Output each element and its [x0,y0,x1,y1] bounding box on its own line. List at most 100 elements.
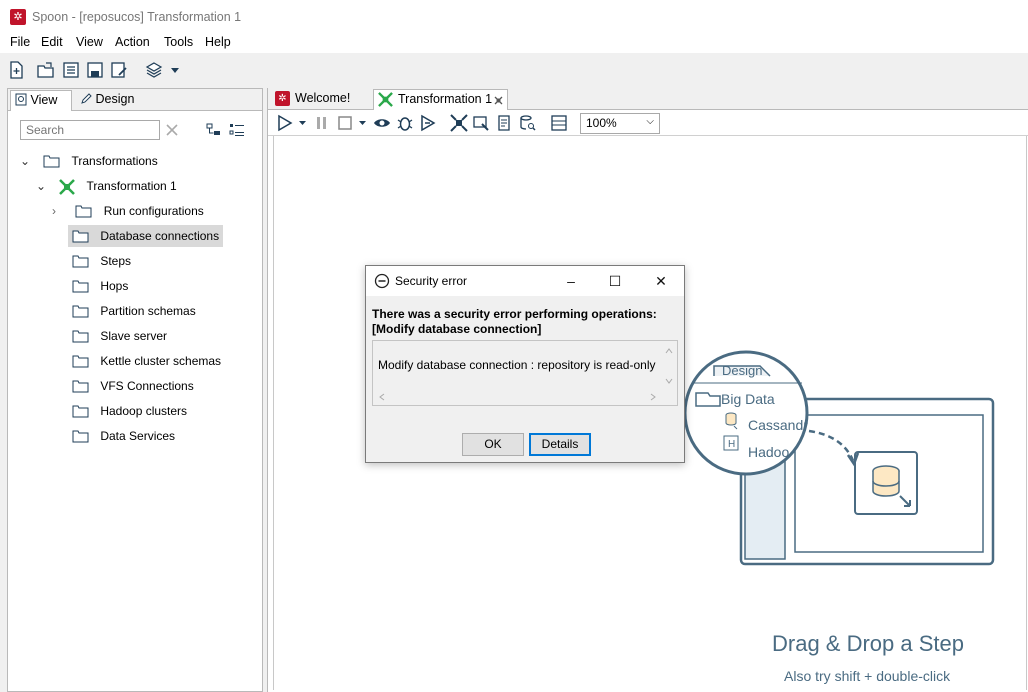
big-data-folder-label: Big Data [721,391,775,407]
tree-item-slave-server[interactable]: Slave server [72,325,167,347]
dialog-message: There was a security error performing op… [372,307,672,337]
chevron-down-icon[interactable] [298,115,307,131]
pause-icon[interactable] [313,114,331,132]
tab-welcome[interactable]: ✲ Welcome! [271,89,371,110]
run-icon[interactable] [276,114,294,132]
error-detail-box[interactable]: Modify database connection : repository … [372,340,678,406]
tab-design[interactable]: Design [76,90,148,111]
chevron-down-icon[interactable] [170,61,180,79]
tree-transformations[interactable]: ⌄ Transformations [20,150,158,172]
results-pane-icon[interactable] [550,114,568,132]
tree-item-run-configurations[interactable]: › Run configurations [52,200,204,222]
new-file-icon[interactable] [7,61,25,79]
chevron-down-icon[interactable]: ⌄ [36,175,50,197]
menu-edit[interactable]: Edit [41,35,63,49]
tree-item-label: Data Services [100,429,176,443]
scroll-down-icon[interactable] [665,377,673,385]
dialog-titlebar: Security error – ☐ ✕ [366,266,684,296]
tree-item-label: Partition schemas [100,304,196,318]
menu-tools[interactable]: Tools [164,35,193,49]
debug-icon[interactable] [396,114,414,132]
impact-icon[interactable] [472,114,490,132]
hadoop-step-label: Hadoo [748,444,790,460]
minimize-icon[interactable]: – [561,271,581,291]
folder-icon [72,230,89,243]
tab-transformation-1-label: Transformation 1 [398,92,493,106]
sql-icon[interactable] [495,114,513,132]
tree-transformation-1[interactable]: ⌄ Transformation 1 [36,175,177,197]
tree-item-label: Hadoop clusters [100,404,188,418]
folder-icon [72,330,89,343]
menu-help[interactable]: Help [205,35,231,49]
replay-icon[interactable] [419,114,437,132]
tab-transformation-1[interactable]: Transformation 1 [373,89,508,110]
tab-welcome-label: Welcome! [295,91,351,105]
transformation-icon [59,178,76,195]
tab-view-label: View [30,93,58,107]
window-title: Spoon - [reposucos] Transformation 1 [32,10,242,24]
cassandra-step-label: Cassandr [748,417,808,433]
transformation-icon [378,92,393,107]
tree-item-steps[interactable]: Steps [72,250,131,272]
editor-tabs: ✲ Welcome! Transformation 1 [268,88,1028,110]
tree-item-partition-schemas[interactable]: Partition schemas [72,300,196,322]
tree-item-label: VFS Connections [100,379,194,393]
tree-item-data-services[interactable]: Data Services [72,425,175,447]
chevron-down-icon[interactable] [358,115,367,131]
menu-action[interactable]: Action [115,35,150,49]
tree-item-database-connections[interactable]: Database connections [68,225,224,247]
folder-icon [72,380,89,393]
tree-item-label: Kettle cluster schemas [100,354,222,368]
dialog-title: Security error [395,274,468,288]
scroll-up-icon[interactable] [665,347,673,355]
tree-item-vfs-connections[interactable]: VFS Connections [72,375,194,397]
preview-icon[interactable] [373,114,391,132]
chevron-right-icon[interactable]: › [52,200,66,222]
search-input[interactable] [20,120,160,140]
tree-item-kettle-cluster-schemas[interactable]: Kettle cluster schemas [72,350,221,372]
close-icon[interactable]: ✕ [651,271,671,291]
tree-item-label: Database connections [100,229,220,243]
explore-repository-icon[interactable] [62,61,80,79]
explore-db-icon[interactable] [518,114,536,132]
folder-icon [75,205,92,218]
stop-icon[interactable] [336,114,354,132]
error-detail-text: Modify database connection : repository … [378,358,656,372]
open-folder-icon[interactable] [37,61,55,79]
window-titlebar: ✲ Spoon - [reposucos] Transformation 1 [0,0,1028,33]
maximize-icon[interactable]: ☐ [605,271,625,291]
ok-button[interactable]: OK [462,433,524,456]
menu-view[interactable]: View [76,35,103,49]
drag-drop-title: Drag & Drop a Step [772,631,964,656]
folder-icon [43,155,60,168]
folder-icon [72,305,89,318]
explorer-tabs: View Design [8,89,262,111]
close-tab-icon[interactable] [493,95,504,106]
tab-design-label: Design [95,92,135,106]
menu-bar: File Edit View Action Tools Help [0,33,1028,53]
svg-text:H: H [728,439,735,450]
verify-icon[interactable] [450,114,468,132]
collapse-all-icon[interactable] [206,122,222,138]
expand-all-icon[interactable] [229,122,245,138]
chevron-down-icon[interactable]: ⌄ [20,150,34,172]
tree-item-hadoop-clusters[interactable]: Hadoop clusters [72,400,187,422]
spoon-app-icon: ✲ [10,9,26,25]
tree-item-label: Run configurations [103,204,204,218]
save-as-icon[interactable] [110,61,128,79]
tab-view[interactable]: View [10,90,72,111]
tree-item-label: Slave server [100,329,168,343]
save-icon[interactable] [86,61,104,79]
menu-file[interactable]: File [10,35,30,49]
zoom-select[interactable]: 100% ⌵ [580,113,660,134]
error-icon [374,273,390,289]
folder-icon [72,430,89,443]
scroll-right-icon[interactable] [649,393,657,401]
clear-search-icon[interactable] [165,123,179,137]
details-button[interactable]: Details [529,433,591,456]
scroll-left-icon[interactable] [378,393,386,401]
layers-icon[interactable] [145,61,163,79]
spoon-tab-icon: ✲ [275,91,290,106]
folder-icon [72,280,89,293]
tree-item-hops[interactable]: Hops [72,275,128,297]
